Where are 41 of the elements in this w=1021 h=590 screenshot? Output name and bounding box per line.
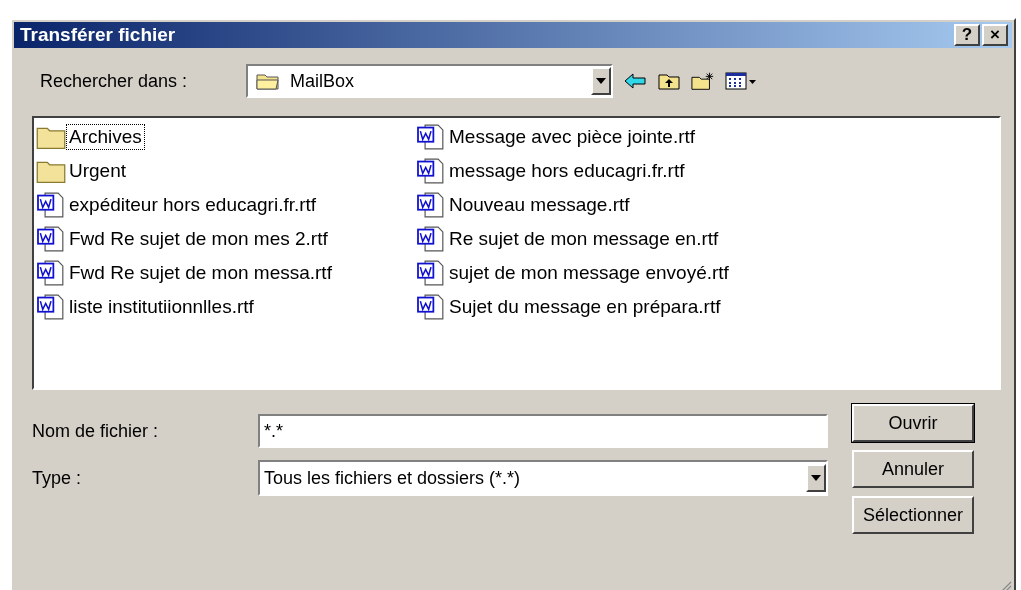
word-document-icon — [416, 260, 446, 286]
word-document-icon — [416, 294, 446, 320]
file-item[interactable]: Sujet du message en prépara.rtf — [416, 290, 796, 324]
file-item[interactable]: Urgent — [36, 154, 416, 188]
file-item[interactable]: liste institutiionnlles.rtf — [36, 290, 416, 324]
word-document-icon — [416, 158, 446, 184]
look-in-dropdown[interactable]: MailBox — [246, 64, 613, 98]
word-document-icon — [416, 124, 446, 150]
word-document-icon — [36, 226, 66, 252]
file-item[interactable]: Archives — [36, 120, 416, 154]
look-in-label: Rechercher dans : — [40, 70, 189, 92]
file-item[interactable]: expéditeur hors educagri.fr.rtf — [36, 188, 416, 222]
close-button[interactable]: × — [982, 24, 1008, 46]
dialog-button[interactable]: Ouvrir — [852, 404, 974, 442]
file-item[interactable]: Fwd Re sujet de mon messa.rtf — [36, 256, 416, 290]
file-item[interactable]: Nouveau message.rtf — [416, 188, 796, 222]
file-type-value: Tous les fichiers et dossiers (*.*) — [263, 467, 522, 489]
file-name-field[interactable]: *.* — [258, 414, 828, 448]
file-item[interactable]: message hors educagri.fr.rtf — [416, 154, 796, 188]
word-document-icon — [36, 260, 66, 286]
word-document-icon — [36, 294, 66, 320]
file-item[interactable]: Message avec pièce jointe.rtf — [416, 120, 796, 154]
file-name-label: Nom de fichier : — [32, 420, 160, 442]
up-folder-icon[interactable] — [657, 71, 681, 91]
dialog-button[interactable]: Annuler — [852, 450, 974, 488]
window-title: Transférer fichier — [20, 24, 176, 46]
file-item[interactable]: sujet de mon message envoyé.rtf — [416, 256, 796, 290]
word-document-icon — [36, 192, 66, 218]
word-document-icon — [416, 192, 446, 218]
file-item[interactable]: Re sujet de mon message en.rtf — [416, 222, 796, 256]
new-folder-icon[interactable] — [691, 71, 715, 91]
look-in-value: MailBox — [289, 70, 356, 92]
file-item[interactable]: Fwd Re sujet de mon mes 2.rtf — [36, 222, 416, 256]
dialog-button[interactable]: Sélectionner — [852, 496, 974, 534]
folder-icon — [256, 72, 280, 90]
word-document-icon — [416, 226, 446, 252]
file-type-label: Type : — [32, 467, 83, 489]
help-button[interactable]: ? — [954, 24, 980, 46]
file-type-dropdown[interactable]: Tous les fichiers et dossiers (*.*) — [258, 460, 828, 496]
back-arrow-icon[interactable] — [623, 71, 647, 91]
view-menu-icon[interactable] — [725, 71, 757, 91]
